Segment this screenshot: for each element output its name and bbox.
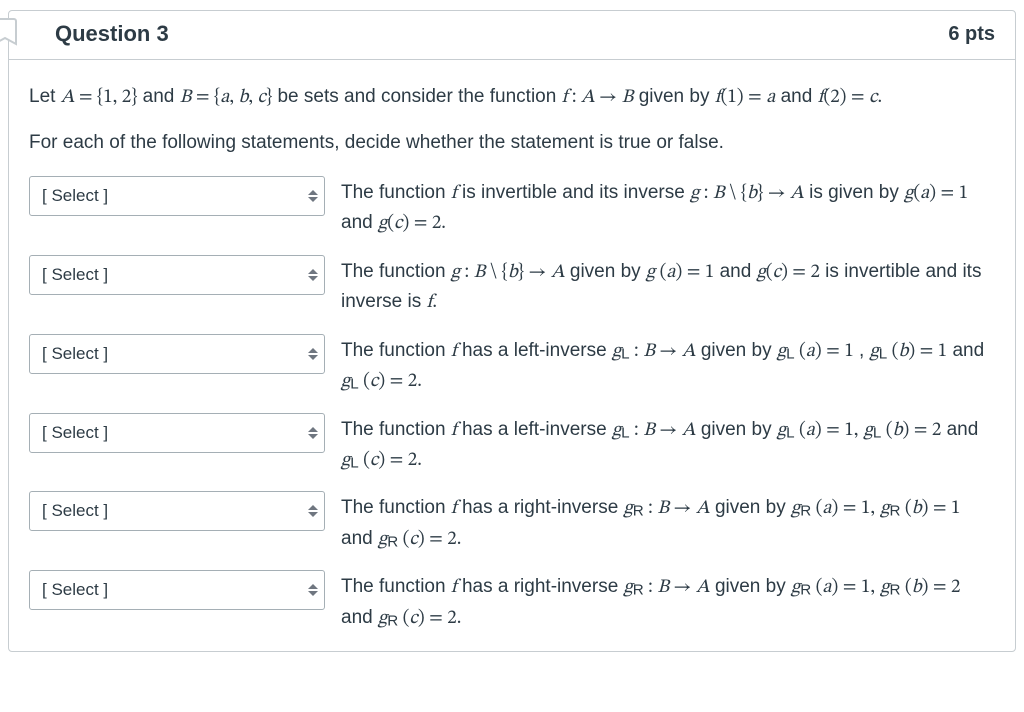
statement-text: The function f is invertible and its inv… bbox=[341, 176, 995, 239]
chevrons-icon bbox=[302, 176, 324, 216]
statement-text: The function f has a left-inverse gL : B… bbox=[341, 334, 995, 397]
statement-row: [ Select ] The function g : B \ {b} → A … bbox=[29, 255, 995, 318]
select-value: [ Select ] bbox=[42, 423, 108, 443]
statement-text: The function f has a right-inverse gR : … bbox=[341, 570, 995, 633]
question-points: 6 pts bbox=[948, 23, 995, 46]
select-value: [ Select ] bbox=[42, 344, 108, 364]
answer-select[interactable]: [ Select ] bbox=[29, 491, 325, 531]
statement-text: The function f has a right-inverse gR : … bbox=[341, 491, 995, 554]
statement-row: [ Select ] The function f has a left-inv… bbox=[29, 334, 995, 397]
answer-select[interactable]: [ Select ] bbox=[29, 255, 325, 295]
chevrons-icon bbox=[302, 255, 324, 295]
chevrons-icon bbox=[302, 413, 324, 453]
statements-list: [ Select ] The function f is invertible … bbox=[29, 176, 995, 633]
statement-row: [ Select ] The function f has a left-inv… bbox=[29, 413, 995, 476]
question-card: Question 3 6 pts Let A = {1, 2} and B = … bbox=[8, 10, 1016, 652]
question-body: Let A = {1, 2} and B = {a, b, c} be sets… bbox=[9, 60, 1015, 651]
question-prompt: Let A = {1, 2} and B = {a, b, c} be sets… bbox=[29, 82, 995, 112]
chevrons-icon bbox=[302, 491, 324, 531]
bookmark-icon[interactable] bbox=[0, 16, 22, 48]
chevrons-icon bbox=[302, 334, 324, 374]
answer-select[interactable]: [ Select ] bbox=[29, 176, 325, 216]
statement-row: [ Select ] The function f is invertible … bbox=[29, 176, 995, 239]
statement-text: The function f has a left-inverse gL : B… bbox=[341, 413, 995, 476]
select-value: [ Select ] bbox=[42, 265, 108, 285]
answer-select[interactable]: [ Select ] bbox=[29, 570, 325, 610]
answer-select[interactable]: [ Select ] bbox=[29, 334, 325, 374]
select-value: [ Select ] bbox=[42, 186, 108, 206]
question-instruction: For each of the following statements, de… bbox=[29, 128, 995, 157]
chevrons-icon bbox=[302, 570, 324, 610]
question-title: Question 3 bbox=[55, 21, 169, 47]
select-value: [ Select ] bbox=[42, 580, 108, 600]
select-value: [ Select ] bbox=[42, 501, 108, 521]
answer-select[interactable]: [ Select ] bbox=[29, 413, 325, 453]
statement-row: [ Select ] The function f has a right-in… bbox=[29, 491, 995, 554]
statement-row: [ Select ] The function f has a right-in… bbox=[29, 570, 995, 633]
statement-text: The function g : B \ {b} → A given by g … bbox=[341, 255, 995, 318]
question-header: Question 3 6 pts bbox=[9, 11, 1015, 60]
